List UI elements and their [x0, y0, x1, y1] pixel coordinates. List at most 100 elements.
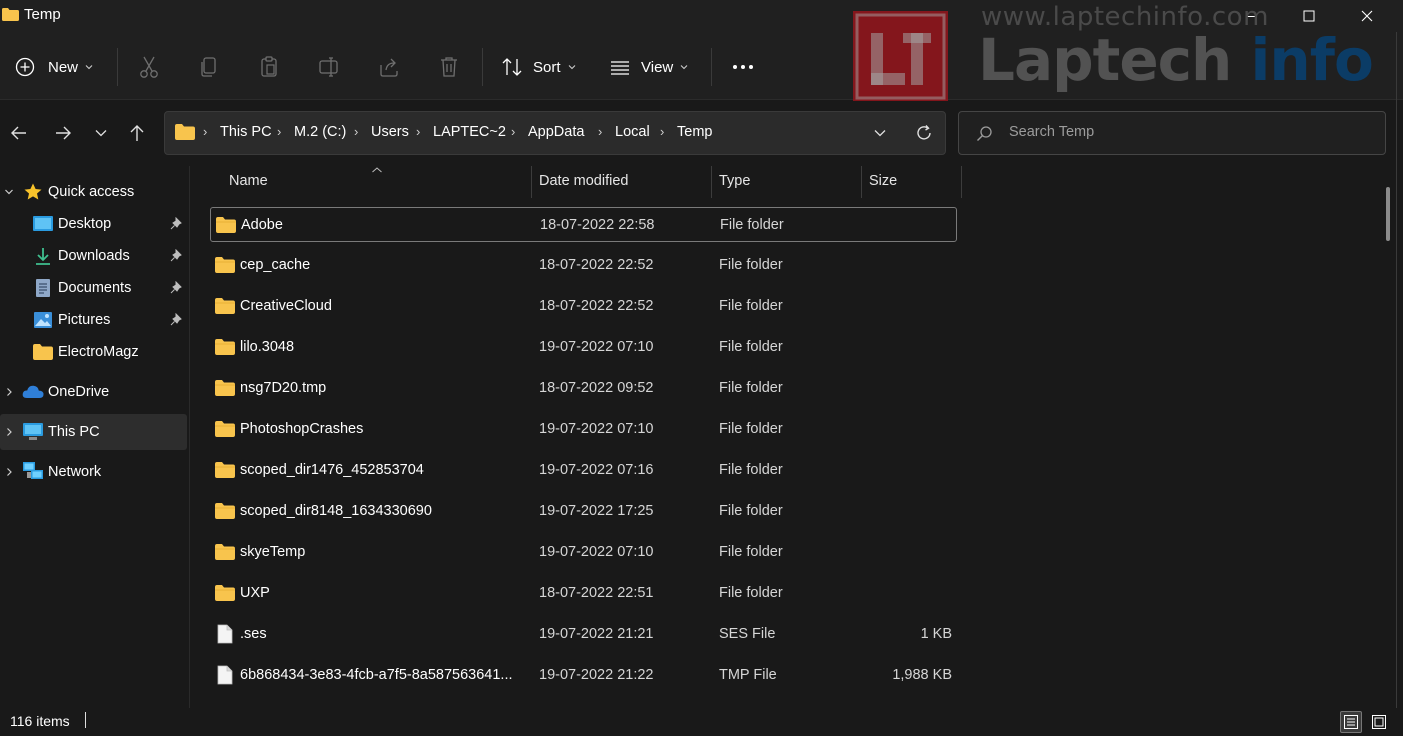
file-date-modified: 19-07-2022 17:25: [539, 503, 654, 519]
sidebar-item-quick-access[interactable]: Quick access: [0, 174, 187, 210]
file-type: TMP File: [719, 667, 777, 683]
sidebar-item-downloads[interactable]: Downloads: [0, 238, 187, 274]
sidebar-item-network[interactable]: Network: [0, 454, 187, 490]
file-type: File folder: [719, 585, 783, 601]
file-name: cep_cache: [240, 257, 311, 273]
pin-icon: [170, 249, 182, 262]
file-type: File folder: [720, 217, 784, 233]
breadcrumb-temp[interactable]: Temp: [677, 124, 712, 140]
column-divider[interactable]: [861, 166, 862, 198]
file-row[interactable]: .ses 19-07-2022 21:21 SES File 1 KB: [210, 617, 957, 652]
breadcrumb-users[interactable]: Users: [371, 124, 409, 140]
sidebar-item-this-pc[interactable]: This PC: [0, 414, 187, 450]
file-row[interactable]: PhotoshopCrashes 19-07-2022 07:10 File fol…: [210, 412, 957, 447]
view-label: View: [641, 58, 674, 76]
file-type: File folder: [719, 380, 783, 396]
file-type: SES File: [719, 626, 776, 642]
file-row[interactable]: 6b868434-3e83-4fcb-a7f5-8a587563641... 19…: [210, 658, 957, 693]
file-row[interactable]: nsg7D20.tmp 18-07-2022 09:52 File folder: [210, 371, 957, 406]
file-row[interactable]: skyeTemp 19-07-2022 07:10 File folder: [210, 535, 957, 570]
details-view-button[interactable]: [1340, 711, 1362, 733]
desktop-icon: [33, 216, 53, 231]
breadcrumb-this-pc[interactable]: This PC: [220, 124, 272, 140]
back-button[interactable]: [4, 118, 34, 148]
sidebar-label: This PC: [48, 424, 100, 440]
sidebar-item-electromagz[interactable]: ElectroMagz: [0, 334, 187, 370]
forward-button[interactable]: [48, 118, 78, 148]
search-input[interactable]: [1009, 124, 1369, 140]
breadcrumb-separator: ›: [354, 124, 359, 139]
file-name: scoped_dir1476_452853704: [240, 462, 424, 478]
folder-icon: [215, 503, 235, 519]
file-size: 1,988 KB: [892, 667, 952, 683]
breadcrumb-appdata[interactable]: AppData: [528, 124, 584, 140]
file-row[interactable]: lilo.3048 19-07-2022 07:10 File folder: [210, 330, 957, 365]
paste-button[interactable]: [254, 52, 284, 82]
sidebar-label: ElectroMagz: [58, 344, 139, 360]
rename-button[interactable]: [314, 52, 344, 82]
details-view-icon: [1344, 715, 1358, 729]
sidebar-label: Pictures: [58, 312, 111, 328]
network-icon: [23, 462, 43, 479]
chevron-down-icon: [680, 65, 688, 70]
chevron-down-icon: [568, 65, 575, 70]
up-button[interactable]: [122, 118, 152, 148]
sidebar-item-onedrive[interactable]: OneDrive: [0, 374, 187, 410]
view-button[interactable]: View: [608, 47, 689, 87]
cut-button[interactable]: [134, 52, 164, 82]
file-date-modified: 19-07-2022 21:21: [539, 626, 654, 642]
sidebar-label: Quick access: [48, 184, 135, 200]
status-bar: [0, 708, 1403, 736]
column-divider[interactable]: [531, 166, 532, 198]
column-header-name[interactable]: Name: [229, 173, 268, 189]
breadcrumb-user[interactable]: LAPTEC~2: [433, 124, 506, 140]
refresh-button[interactable]: [911, 120, 937, 146]
toolbar-divider: [482, 48, 483, 86]
column-header-type[interactable]: Type: [719, 173, 750, 189]
delete-button[interactable]: [434, 52, 464, 82]
new-button[interactable]: New: [14, 47, 94, 87]
file-row[interactable]: CreativeCloud 18-07-2022 22:52 File folder: [210, 289, 957, 324]
column-header-size[interactable]: Size: [869, 173, 897, 189]
sort-button[interactable]: Sort: [500, 47, 577, 87]
file-date-modified: 18-07-2022 22:52: [539, 298, 654, 314]
share-button[interactable]: [374, 52, 404, 82]
folder-icon: [215, 421, 235, 437]
copy-button[interactable]: [194, 52, 224, 82]
file-date-modified: 19-07-2022 07:10: [539, 544, 654, 560]
sort-label: Sort: [533, 58, 561, 76]
star-icon: [24, 183, 42, 200]
file-row[interactable]: Adobe 18-07-2022 22:58 File folder: [210, 207, 957, 242]
sidebar-label: Network: [48, 464, 102, 480]
file-row[interactable]: UXP 18-07-2022 22:51 File folder: [210, 576, 957, 611]
breadcrumb-separator: ›: [277, 124, 282, 139]
file-type: File folder: [719, 339, 783, 355]
arrow-right-icon: [56, 126, 71, 140]
file-date-modified: 18-07-2022 22:51: [539, 585, 654, 601]
chevron-right-icon: [7, 388, 12, 396]
file-row[interactable]: cep_cache 18-07-2022 22:52 File folder: [210, 248, 957, 283]
breadcrumb-drive[interactable]: M.2 (C:): [294, 124, 346, 140]
breadcrumb-separator: ›: [598, 124, 603, 139]
file-date-modified: 19-07-2022 07:10: [539, 421, 654, 437]
file-row[interactable]: scoped_dir8148_1634330690 19-07-2022 17:2…: [210, 494, 957, 529]
column-header-date[interactable]: Date modified: [539, 173, 628, 189]
sidebar-item-desktop[interactable]: Desktop: [0, 206, 187, 242]
address-history-button[interactable]: [868, 123, 892, 143]
sidebar-item-pictures[interactable]: Pictures: [0, 302, 187, 338]
see-more-button[interactable]: [728, 52, 758, 82]
recent-locations-button[interactable]: [86, 118, 116, 148]
column-divider[interactable]: [711, 166, 712, 198]
scrollbar-thumb[interactable]: [1386, 187, 1390, 241]
large-icons-view-button[interactable]: [1368, 711, 1390, 733]
column-divider[interactable]: [961, 166, 962, 198]
file-row[interactable]: scoped_dir1476_452853704 19-07-2022 07:16…: [210, 453, 957, 488]
search-icon: [977, 126, 992, 141]
breadcrumb-local[interactable]: Local: [615, 124, 650, 140]
search-box[interactable]: [958, 111, 1386, 155]
sidebar-item-documents[interactable]: Documents: [0, 270, 187, 306]
pane-divider: [189, 166, 190, 708]
file-size: 1 KB: [920, 626, 952, 642]
trash-icon: [441, 57, 457, 77]
breadcrumb-separator: ›: [416, 124, 421, 139]
